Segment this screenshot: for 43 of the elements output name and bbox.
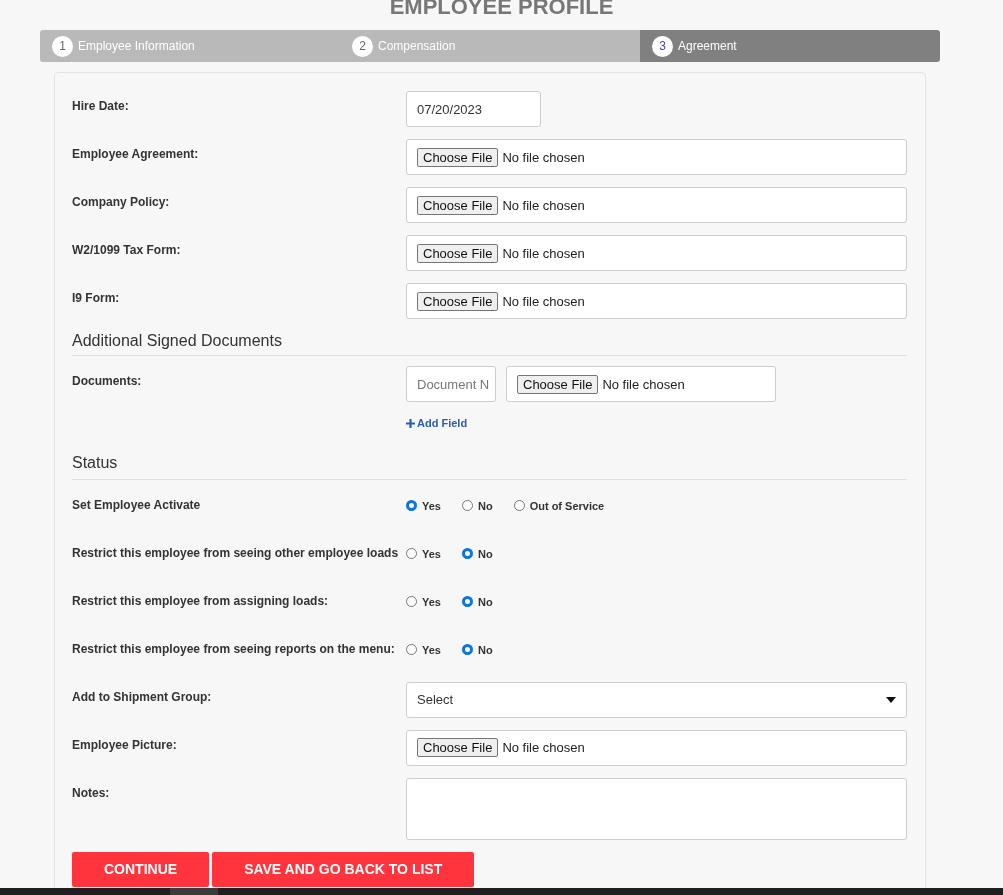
document-name-field[interactable]: Document N [406, 366, 496, 402]
file-input[interactable]: Choose File No file chosen [406, 729, 907, 766]
file-input[interactable]: Choose File No file chosen [406, 235, 907, 271]
field-label: Restrict this employee from assigning loads: [72, 592, 330, 608]
radio-option[interactable]: No [461, 547, 493, 560]
plus-icon [406, 418, 415, 428]
date-field[interactable]: 07/20/2023 [406, 91, 541, 127]
field-label: Employee Agreement: [72, 146, 200, 161]
radio-option[interactable]: Out of Service [513, 499, 605, 512]
save-button[interactable]: SAVE AND GO BACK TO LIST [212, 851, 475, 887]
horizontal-scrollbar[interactable] [0, 888, 1003, 895]
radio-option[interactable]: Yes [406, 547, 441, 560]
step-tab[interactable]: 3 Agreement [640, 30, 940, 62]
radio-option[interactable]: Yes [406, 499, 441, 512]
field-label: Documents: [72, 373, 143, 388]
radio-option[interactable]: No [461, 595, 493, 608]
field-label: W2/1099 Tax Form: [72, 242, 182, 257]
field-label: Add to Shipment Group: [72, 688, 213, 704]
caret-icon [886, 696, 896, 703]
field-label: Employee Picture: [72, 736, 178, 752]
step-tab[interactable]: 2 Compensation [340, 30, 640, 62]
radio-option[interactable]: Yes [406, 595, 441, 608]
field-label: Notes: [72, 784, 111, 800]
radio-option[interactable]: No [461, 499, 493, 512]
field-label: Set Employee Activate [72, 496, 202, 512]
radio-option[interactable]: Yes [406, 643, 441, 656]
file-input[interactable]: Choose File No file chosen [506, 366, 776, 402]
field-label: I9 Form: [72, 290, 121, 305]
section-heading: Additional Signed Documents [72, 331, 907, 356]
section-heading: Status [72, 443, 907, 480]
select-dropdown[interactable]: Select [406, 681, 907, 718]
add-field-link[interactable]: Add Field [406, 417, 468, 429]
continue-button[interactable]: CONTINUE [72, 851, 210, 887]
field-label: Restrict this employee from seeing other employee loads [72, 544, 400, 560]
step-tab[interactable]: 1 Employee Information [40, 30, 340, 62]
file-input[interactable]: Choose File No file chosen [406, 139, 907, 175]
radio-option[interactable]: No [461, 643, 493, 656]
file-input[interactable]: Choose File No file chosen [406, 283, 907, 319]
field-label: Hire Date: [72, 98, 130, 113]
file-input[interactable]: Choose File No file chosen [406, 187, 907, 223]
field-label: Restrict this employee from seeing reports on the menu: [72, 640, 396, 656]
field-label: Company Policy: [72, 194, 171, 209]
notes-textarea[interactable] [406, 777, 907, 840]
